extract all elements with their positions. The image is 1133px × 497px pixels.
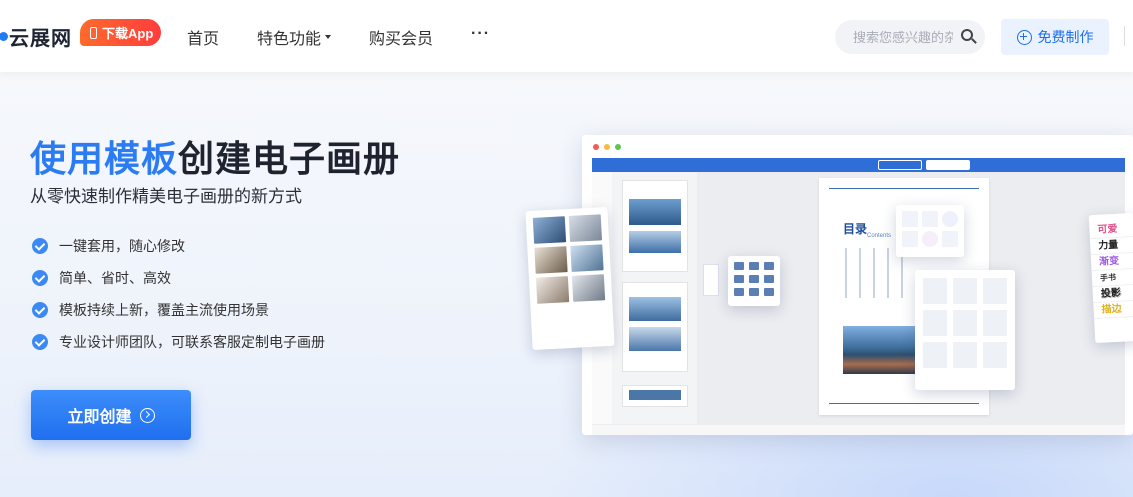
editor-mockup-window: 目录 Contents bbox=[582, 135, 1133, 435]
hero-section: 使用模板创建电子画册 从零快速制作精美电子画册的新方式 一键套用，随心修改 简单… bbox=[0, 72, 1133, 497]
window-controls bbox=[593, 144, 626, 150]
nav-label-features: 特色功能 bbox=[257, 31, 322, 48]
toc-subtitle: Contents bbox=[867, 233, 892, 239]
minimize-dot-icon bbox=[604, 144, 610, 150]
mockup-toolbar bbox=[592, 158, 1125, 172]
download-app-label: 下载App bbox=[102, 26, 154, 41]
check-circle-icon bbox=[32, 302, 48, 318]
mockup-template-panel bbox=[612, 172, 697, 424]
create-now-button[interactable]: 立即创建 bbox=[31, 390, 191, 440]
floating-shape-card bbox=[896, 205, 964, 257]
feature-item: 一键套用，随心修改 bbox=[32, 230, 325, 262]
download-app-badge[interactable]: 下载App bbox=[80, 19, 162, 46]
feature-text: 模板持续上新，覆盖主流使用场景 bbox=[59, 302, 269, 318]
feature-item: 专业设计师团队，可联系客服定制电子画册 bbox=[32, 326, 325, 358]
check-circle-icon bbox=[32, 334, 48, 350]
logo-text: 云展网 bbox=[9, 27, 72, 50]
feature-list: 一键套用，随心修改 简单、省时、高效 模板持续上新，覆盖主流使用场景 专业设计师… bbox=[32, 230, 325, 358]
mockup-tab bbox=[878, 160, 922, 170]
floating-illustration-card bbox=[915, 270, 1015, 390]
hero-title-highlight: 使用模板 bbox=[30, 138, 179, 179]
close-dot-icon bbox=[593, 144, 599, 150]
floating-template-card bbox=[525, 206, 615, 351]
nav-item-membership[interactable]: 购买会员 bbox=[369, 25, 433, 49]
check-circle-icon bbox=[32, 238, 48, 254]
nav-label-membership: 购买会员 bbox=[369, 31, 434, 48]
mockup-tab-active bbox=[926, 160, 970, 170]
nav-item-more[interactable]: ··· bbox=[471, 25, 490, 49]
hero-subtitle: 从零快速制作精美电子画册的新方式 bbox=[30, 187, 302, 206]
template-thumbnail bbox=[622, 385, 688, 407]
feature-item: 简单、省时、高效 bbox=[32, 262, 325, 294]
search-box bbox=[835, 20, 985, 54]
search-icon[interactable] bbox=[961, 29, 973, 41]
search-input[interactable] bbox=[851, 28, 955, 46]
nav-item-features[interactable]: 特色功能 bbox=[257, 25, 332, 49]
create-now-label: 立即创建 bbox=[67, 409, 132, 426]
font-sample: 描边 bbox=[1093, 300, 1133, 320]
main-nav: 首页 特色功能 购买会员 ··· bbox=[187, 25, 528, 49]
site-logo[interactable]: 云展网 bbox=[0, 22, 72, 50]
nav-label-home: 首页 bbox=[187, 31, 220, 48]
floating-font-style-card: 可爱 力量 渐变 手书 投影 描边 bbox=[1088, 212, 1133, 344]
floating-icon-card bbox=[728, 256, 780, 306]
maximize-dot-icon bbox=[615, 144, 621, 150]
more-icon: ··· bbox=[471, 25, 491, 42]
chevron-left-icon bbox=[703, 264, 719, 296]
free-create-label: 免费制作 bbox=[1037, 29, 1094, 45]
check-circle-icon bbox=[32, 270, 48, 286]
mockup-status-bar bbox=[592, 424, 1125, 435]
feature-item: 模板持续上新，覆盖主流使用场景 bbox=[32, 294, 325, 326]
feature-text: 专业设计师团队，可联系客服定制电子画册 bbox=[59, 334, 325, 350]
logo-mark-icon bbox=[0, 31, 8, 41]
plus-circle-icon bbox=[1016, 29, 1032, 45]
caret-down-icon bbox=[325, 35, 332, 39]
header-divider bbox=[1124, 26, 1125, 46]
arrow-right-circle-icon bbox=[139, 407, 155, 423]
nav-item-home[interactable]: 首页 bbox=[187, 25, 219, 49]
phone-icon bbox=[90, 26, 97, 39]
feature-text: 一键套用，随心修改 bbox=[59, 238, 185, 254]
hero-title-rest: 创建电子画册 bbox=[178, 138, 401, 179]
top-navigation-bar: 云展网 下载App 首页 特色功能 购买会员 ··· 免费制作 bbox=[0, 0, 1133, 72]
template-thumbnail bbox=[622, 282, 688, 372]
feature-text: 简单、省时、高效 bbox=[59, 270, 171, 286]
template-thumbnail bbox=[622, 180, 688, 272]
hero-title: 使用模板创建电子画册 bbox=[30, 130, 400, 182]
free-create-button[interactable]: 免费制作 bbox=[1001, 19, 1109, 55]
toc-title: 目录 bbox=[843, 222, 868, 236]
